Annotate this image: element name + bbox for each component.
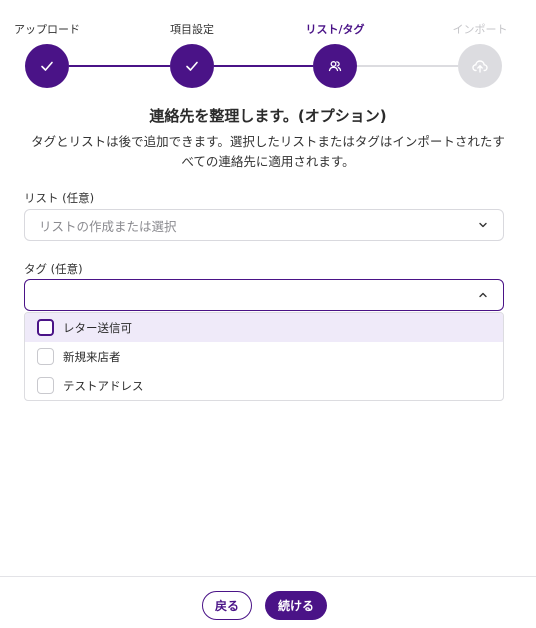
chevron-up-icon — [479, 292, 487, 298]
tag-option-label: 新規来店者 — [63, 349, 121, 364]
tag-dropdown-menu: レター送信可 新規来店者 テストアドレス — [24, 312, 504, 401]
page-title: 連絡先を整理します。(オプション) — [149, 107, 387, 125]
step-label-import: インポート — [452, 23, 508, 36]
step-list-tag-circle — [313, 44, 357, 88]
stepper: アップロード 項目設定 リスト/タグ インポート — [0, 0, 536, 100]
tag-option[interactable]: テストアドレス — [25, 371, 503, 400]
step-fields-circle — [170, 44, 214, 88]
check-icon — [186, 61, 198, 71]
cloud-upload-icon — [472, 60, 488, 73]
checkbox[interactable] — [37, 377, 54, 394]
footer-divider — [0, 576, 536, 577]
tag-option[interactable]: レター送信可 — [25, 313, 503, 342]
import-wizard: アップロード 項目設定 リスト/タグ インポート 連絡先を整理します。(オプショ… — [0, 0, 536, 628]
step-connector-1 — [69, 65, 170, 67]
step-label-fields: 項目設定 — [170, 23, 214, 36]
users-icon — [328, 61, 342, 72]
list-select[interactable]: リストの作成または選択 — [24, 209, 504, 241]
continue-button[interactable]: 続ける — [265, 591, 327, 620]
step-import-circle — [458, 44, 502, 88]
tag-field-label: タグ (任意) — [24, 262, 83, 276]
step-upload-circle — [25, 44, 69, 88]
tag-option-label: レター送信可 — [63, 320, 132, 335]
page-description: タグとリストは後で追加できます。選択したリストまたはタグはインポートされたすべて… — [31, 134, 505, 169]
step-label-upload: アップロード — [14, 23, 80, 36]
tag-option[interactable]: 新規来店者 — [25, 342, 503, 371]
step-connector-3 — [357, 65, 458, 67]
checkbox[interactable] — [37, 319, 54, 336]
step-connector-2 — [214, 65, 313, 67]
list-select-placeholder: リストの作成または選択 — [39, 218, 177, 234]
list-field-label: リスト (任意) — [24, 191, 95, 205]
tag-select[interactable] — [24, 279, 504, 311]
back-button[interactable]: 戻る — [202, 591, 252, 620]
check-icon — [41, 61, 53, 71]
checkbox[interactable] — [37, 348, 54, 365]
tag-option-label: テストアドレス — [63, 378, 144, 393]
step-label-list-tag: リスト/タグ — [305, 23, 365, 36]
chevron-down-icon — [479, 222, 487, 228]
